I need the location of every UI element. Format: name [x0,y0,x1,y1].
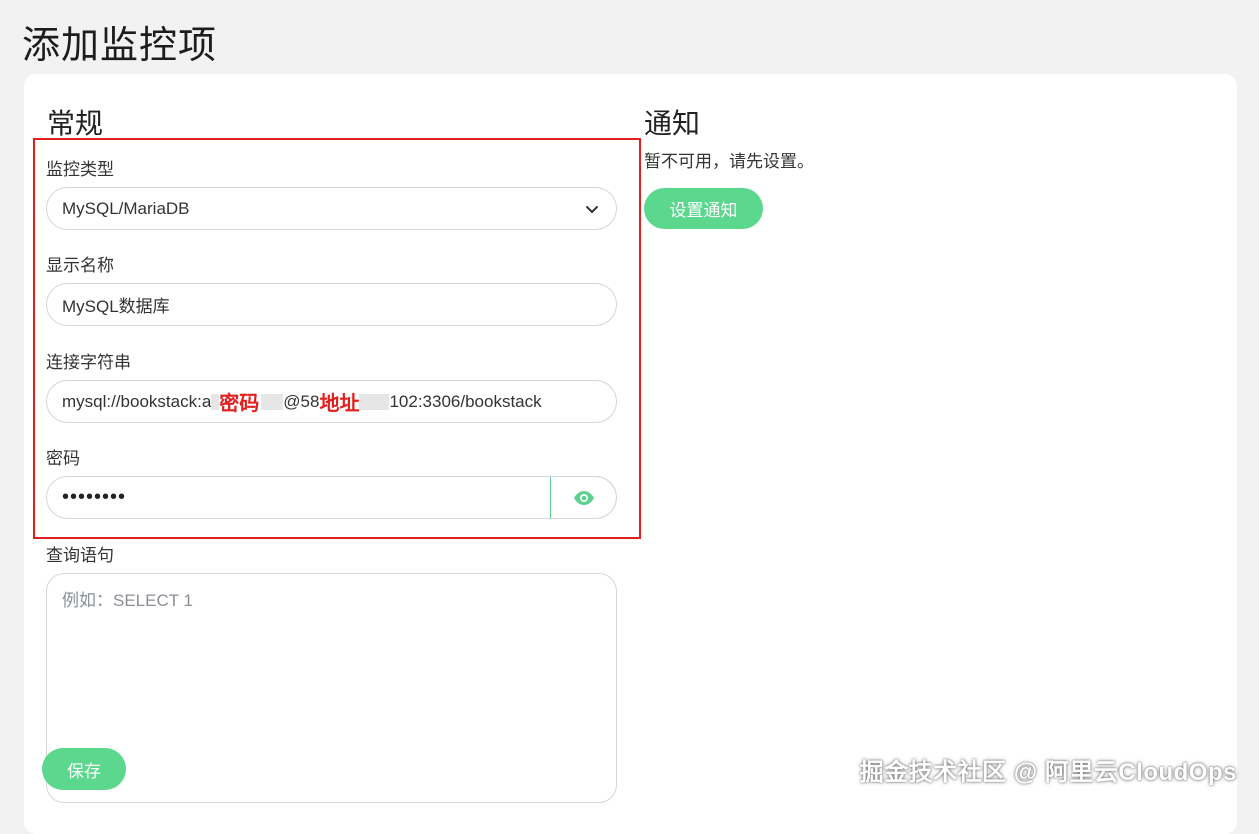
notification-section-title: 通知 [644,108,701,139]
save-button[interactable]: 保存 [42,748,126,790]
setup-notification-button[interactable]: 设置通知 [644,188,763,229]
notification-message: 暂不可用，请先设置。 [644,152,814,171]
highlight-annotation-box [33,138,641,539]
watermark: 掘金技术社区 @ 阿里云CloudOps [859,759,1237,786]
page-title: 添加监控项 [22,25,218,67]
general-section-title: 常规 [47,108,104,139]
query-label: 查询语句 [46,546,114,565]
query-placeholder: 例如：SELECT 1 [62,591,194,610]
